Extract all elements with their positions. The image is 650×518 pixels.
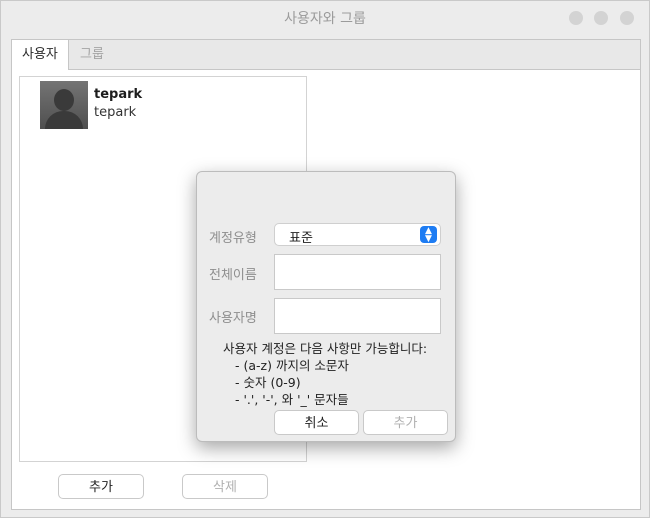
users-and-groups-window: 사용자와 그룹 사용자 그룹 tepark tepark 추가 삭제 계정유형 …: [0, 0, 650, 518]
username-field[interactable]: [274, 298, 441, 334]
full-name-field[interactable]: [274, 254, 441, 290]
window-control-close[interactable]: [620, 11, 634, 25]
user-full-name: tepark: [94, 87, 143, 102]
tab-users[interactable]: 사용자: [12, 40, 69, 70]
username-rules: 사용자 계정은 다음 사항만 가능합니다: - (a-z) 까지의 소문자 - …: [223, 340, 427, 408]
rules-heading: 사용자 계정은 다음 사항만 가능합니다:: [223, 341, 428, 356]
window-control-minimize[interactable]: [569, 11, 583, 25]
confirm-add-button[interactable]: 추가: [363, 410, 448, 435]
tab-bar: 사용자 그룹: [12, 40, 640, 70]
account-type-label: 계정유형: [209, 231, 257, 246]
list-item[interactable]: tepark tepark: [40, 81, 290, 129]
avatar-body-shape: [45, 111, 83, 129]
tab-groups[interactable]: 그룹: [70, 40, 114, 69]
rule-item: - (a-z) 까지의 소문자: [235, 358, 349, 373]
rule-item: - '.', '-', 와 '_' 문자들: [235, 392, 349, 407]
avatar: [40, 81, 88, 129]
account-type-select[interactable]: 표준 ▲ ▼: [274, 223, 441, 246]
cancel-button[interactable]: 취소: [274, 410, 359, 435]
account-type-value: 표준: [289, 231, 313, 246]
avatar-head-shape: [54, 89, 74, 111]
rule-item: - 숫자 (0-9): [235, 375, 301, 390]
username-label: 사용자명: [209, 311, 257, 326]
window-titlebar: 사용자와 그룹: [1, 1, 649, 37]
window-control-maximize[interactable]: [594, 11, 608, 25]
add-user-button[interactable]: 추가: [58, 474, 144, 499]
full-name-label: 전체이름: [209, 268, 257, 283]
user-login-name: tepark: [94, 105, 137, 120]
window-title: 사용자와 그룹: [284, 11, 366, 27]
delete-user-button[interactable]: 삭제: [182, 474, 268, 499]
add-user-dialog: 계정유형 표준 ▲ ▼ 전체이름 사용자명 사용자 계정은 다음 사항만 가능합니…: [196, 171, 456, 442]
chevron-up-down-icon: ▲ ▼: [420, 226, 437, 244]
